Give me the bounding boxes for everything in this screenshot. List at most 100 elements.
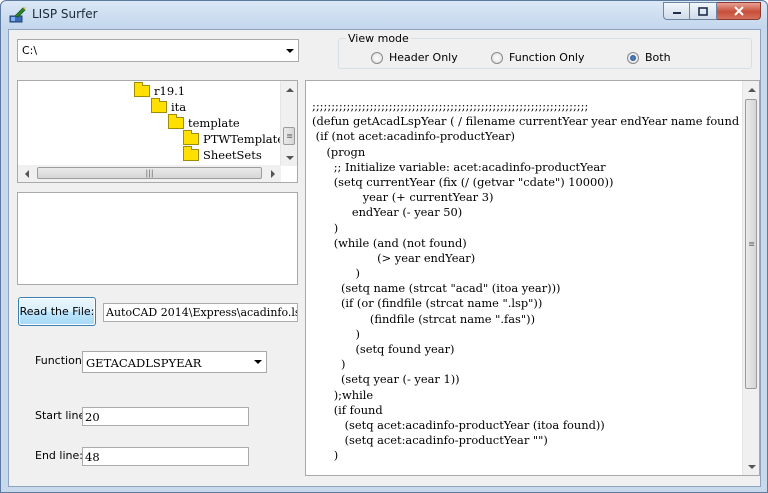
code-line: (setq found year)	[312, 342, 455, 356]
code-line: (if (or (findfile (strcat name ".lsp"))	[312, 296, 543, 311]
code-line: );while	[312, 387, 374, 402]
code-lines: ;;;;;;;;;;;;;;;;;;;;;;;;;;;;;;;;;;;;;;;;…	[312, 99, 748, 464]
tree-item-ita[interactable]: ita	[151, 98, 187, 114]
code-line: (defun getAcadLspYear ( / filename curre…	[312, 114, 748, 129]
function-dropdown-arrow[interactable]	[249, 352, 266, 372]
scroll-down-button[interactable]	[281, 149, 297, 166]
minimize-button[interactable]	[663, 2, 690, 20]
drive-select[interactable]: C:\	[17, 39, 299, 62]
code-line: endYear (- year 50)	[312, 205, 463, 220]
folder-icon	[151, 98, 167, 113]
drive-select-value: C:\	[22, 44, 38, 57]
read-file-button[interactable]: Read the File:	[18, 297, 96, 326]
code-line: )	[312, 326, 360, 341]
code-line: )	[312, 220, 339, 235]
tree-item-label: PTWTemplate	[203, 132, 285, 146]
radio-label-function-only: Function Only	[509, 51, 585, 64]
folder-icon	[134, 82, 150, 97]
folder-tree[interactable]: r19.1 ita template PTWTemplate SheetSets…	[17, 80, 298, 183]
function-select-value: GETACADLSPYEAR	[86, 356, 202, 370]
code-line: (if (not acet:acadinfo-productYear)	[312, 129, 515, 144]
title-bar[interactable]: LISP Surfer	[1, 1, 767, 29]
tree-item-label: template	[188, 116, 240, 130]
code-viewer[interactable]: ;;;;;;;;;;;;;;;;;;;;;;;;;;;;;;;;;;;;;;;;…	[305, 80, 760, 476]
arrow-down-icon	[285, 155, 294, 160]
scroll-up-button[interactable]	[281, 81, 297, 98]
start-line-label: Start line:	[35, 409, 89, 422]
code-line: (setq year (- year 1))	[312, 372, 460, 387]
tree-item-label: ita	[171, 100, 187, 114]
arrow-left-icon	[24, 169, 29, 178]
radio-circle[interactable]	[627, 51, 639, 64]
tree-item-template[interactable]: template	[168, 114, 240, 130]
window-title: LISP Surfer	[32, 7, 98, 21]
radio-both[interactable]: Both	[627, 51, 671, 64]
code-line: )	[312, 357, 346, 372]
end-line-field[interactable]: 48	[82, 447, 249, 466]
grip-icon: |||	[145, 168, 154, 178]
folder-icon	[183, 146, 199, 161]
view-mode-legend: View mode	[346, 32, 411, 45]
code-line: (setq name (strcat "acad" (itoa year)))	[312, 281, 561, 296]
radio-label-both: Both	[645, 51, 671, 64]
view-mode-group: View mode Header Only Function Only Both	[338, 32, 752, 69]
code-line: year (+ currentYear 3)	[312, 190, 494, 205]
radio-selected-dot	[630, 54, 636, 61]
scroll-thumb[interactable]: ≡	[283, 127, 295, 145]
arrow-down-icon	[747, 464, 756, 469]
scroll-up-button[interactable]	[743, 81, 759, 98]
minimize-icon	[672, 12, 681, 14]
tree-item-r19-1[interactable]: r19.1	[134, 82, 186, 98]
tree-item-label: SheetSets	[203, 148, 262, 162]
maximize-icon	[698, 6, 708, 16]
scroll-down-button[interactable]	[743, 458, 759, 475]
tree-item-ptwtemplate[interactable]: PTWTemplate	[183, 130, 285, 146]
tree-vertical-scrollbar[interactable]: ≡	[280, 81, 297, 166]
function-select[interactable]: GETACADLSPYEAR	[82, 351, 267, 373]
end-line-label: End line:	[35, 449, 83, 462]
lisp-surfer-app-icon	[9, 7, 27, 23]
code-line: (progn	[312, 144, 366, 159]
close-icon	[733, 6, 744, 16]
drive-dropdown-arrow[interactable]	[281, 40, 298, 61]
folder-icon	[183, 130, 199, 145]
code-line: ;;;;;;;;;;;;;;;;;;;;;;;;;;;;;;;;;;;;;;;;…	[312, 99, 589, 113]
file-list[interactable]	[17, 192, 298, 285]
scroll-thumb[interactable]: ≡	[745, 99, 757, 389]
code-line: (setq acet:acadinfo-productYear (itoa fo…	[312, 417, 605, 432]
grip-icon: ≡	[748, 239, 755, 249]
code-line: (while (and (not found)	[312, 235, 467, 250]
grip-icon: ≡	[286, 131, 293, 141]
radio-label-header-only: Header Only	[389, 51, 458, 64]
scroll-thumb[interactable]: |||	[37, 167, 262, 179]
arrow-up-icon	[747, 87, 756, 92]
file-path-field[interactable]: AutoCAD 2014\Express\acadinfo.lsp	[103, 303, 298, 322]
client-area: C:\ View mode Header Only Function Only …	[8, 29, 761, 487]
chevron-down-icon	[285, 48, 294, 53]
tree-item-label: r19.1	[154, 84, 186, 98]
code-line: )	[312, 266, 360, 281]
code-vertical-scrollbar[interactable]: ≡	[742, 81, 759, 475]
arrow-up-icon	[285, 87, 294, 92]
code-line: (setq currentYear (fix (/ (getvar "cdate…	[312, 174, 614, 189]
radio-circle[interactable]	[491, 51, 503, 64]
arrow-right-icon	[270, 169, 275, 178]
chevron-down-icon	[253, 360, 262, 364]
radio-circle[interactable]	[371, 51, 383, 64]
code-line: (> year endYear)	[312, 250, 476, 265]
code-line: (setq acet:acadinfo-productYear "")	[312, 433, 548, 448]
tree-item-sheetsets[interactable]: SheetSets	[183, 146, 262, 162]
scroll-right-button[interactable]	[264, 165, 281, 182]
code-line: )	[312, 448, 339, 463]
radio-header-only[interactable]: Header Only	[371, 51, 458, 64]
tree-horizontal-scrollbar[interactable]: |||	[18, 165, 281, 182]
radio-function-only[interactable]: Function Only	[491, 51, 584, 64]
maximize-button[interactable]	[690, 2, 717, 20]
code-line: (findfile (strcat name ".fas"))	[312, 311, 536, 326]
close-button[interactable]	[717, 2, 761, 20]
app-window: LISP Surfer C:\ View mode Header Only Fu…	[0, 0, 768, 493]
code-line: ;; Initialize variable: acet:acadinfo-pr…	[312, 159, 606, 174]
scroll-left-button[interactable]	[18, 165, 35, 182]
code-line: (if found	[312, 402, 383, 417]
start-line-field[interactable]: 20	[82, 407, 249, 426]
